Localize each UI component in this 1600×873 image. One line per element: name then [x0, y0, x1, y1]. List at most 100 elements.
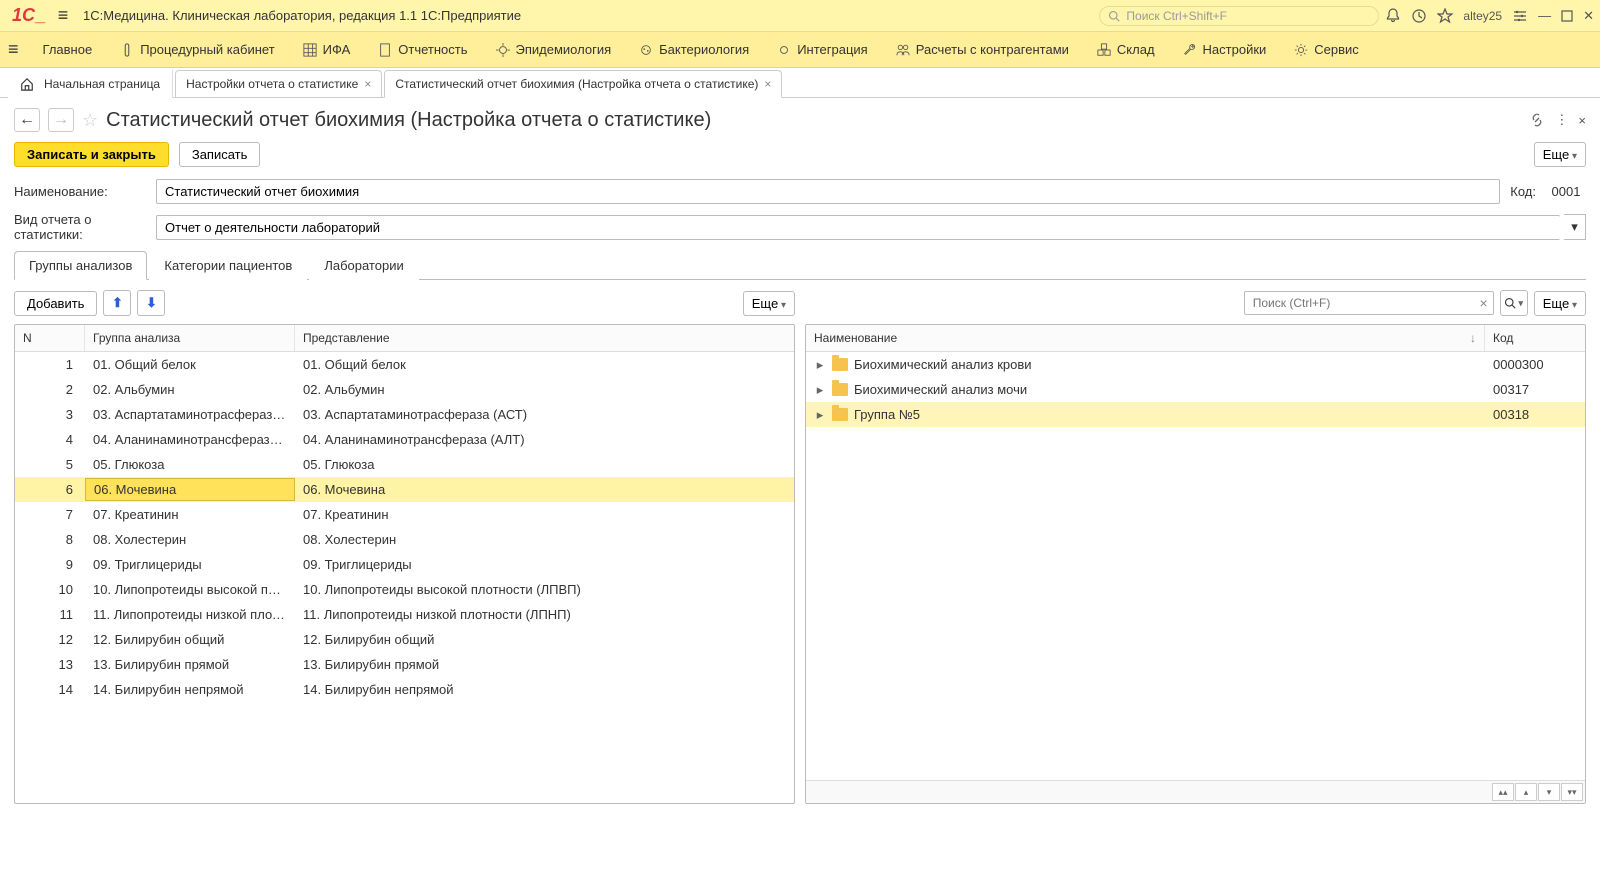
menu-integration[interactable]: Интеграция [763, 42, 882, 57]
back-button[interactable]: ← [14, 108, 40, 132]
cell-name: ▸Биохимический анализ крови [806, 354, 1485, 376]
table-row[interactable]: 1313. Билирубин прямой13. Билирубин прям… [15, 652, 794, 677]
close-icon[interactable]: ✕ [1583, 8, 1594, 24]
nav-first-button[interactable]: ▴▴ [1492, 783, 1514, 801]
add-button[interactable]: Добавить [14, 291, 97, 316]
titlebar: 1C_ ≡ 1С:Медицина. Клиническая лаборатор… [0, 0, 1600, 32]
menu-service[interactable]: Сервис [1280, 42, 1373, 57]
cell-group: 07. Креатинин [85, 504, 295, 525]
nav-up-button[interactable]: ▴ [1515, 783, 1537, 801]
dropdown-button[interactable]: ▾ [1564, 214, 1586, 240]
cell-group: 05. Глюкоза [85, 454, 295, 475]
menu-epidemiology[interactable]: Эпидемиология [482, 42, 626, 57]
col-rep[interactable]: Представление [295, 325, 794, 351]
table-row[interactable]: 808. Холестерин08. Холестерин [15, 527, 794, 552]
tab-home[interactable]: Начальная страница [8, 70, 173, 98]
cell-rep: 12. Билирубин общий [295, 629, 794, 650]
titlebar-icons: altey25 — ✕ [1385, 8, 1594, 24]
search-clear-icon[interactable]: × [1480, 295, 1488, 311]
inner-tab-categories[interactable]: Категории пациентов [149, 251, 307, 280]
type-label: Вид отчета о статистики: [14, 212, 152, 242]
search-dropdown-button[interactable]: ▾ [1500, 290, 1528, 316]
expand-icon[interactable]: ▸ [814, 357, 826, 373]
menu-bacteriology[interactable]: Бактериология [625, 42, 763, 57]
menu-settings[interactable]: Настройки [1169, 42, 1281, 57]
nav-down-button[interactable]: ▾ [1538, 783, 1560, 801]
move-up-button[interactable]: ⬆ [103, 290, 131, 316]
menu-procedure[interactable]: Процедурный кабинет [106, 42, 288, 57]
inner-tab-labs[interactable]: Лаборатории [309, 251, 418, 280]
favorite-icon[interactable]: ☆ [82, 110, 98, 131]
table-row[interactable]: 606. Мочевина06. Мочевина [15, 477, 794, 502]
tab-close-icon[interactable]: × [764, 77, 771, 91]
nav-last-button[interactable]: ▾▾ [1561, 783, 1583, 801]
star-icon[interactable] [1437, 8, 1453, 24]
inner-tab-groups[interactable]: Группы анализов [14, 251, 147, 280]
titlebar-search[interactable]: Поиск Ctrl+Shift+F [1099, 6, 1379, 26]
hamburger-icon[interactable]: ≡ [51, 5, 75, 26]
maximize-icon[interactable] [1561, 10, 1573, 22]
table-row[interactable]: 909. Триглицериды09. Триглицериды [15, 552, 794, 577]
cell-group: 01. Общий белок [85, 354, 295, 375]
settings-lines-icon[interactable] [1512, 8, 1528, 24]
cell-n: 13 [15, 654, 85, 675]
menu-ifa[interactable]: ИФА [289, 42, 365, 57]
cell-group: 14. Билирубин непрямой [85, 679, 295, 700]
bell-icon[interactable] [1385, 8, 1401, 24]
table-row[interactable]: 1111. Липопротеиды низкой плотно...11. Л… [15, 602, 794, 627]
table-row[interactable]: 101. Общий белок01. Общий белок [15, 352, 794, 377]
content: ← → ☆ Статистический отчет биохимия (Нас… [0, 98, 1600, 814]
link-icon [777, 43, 791, 57]
save-close-button[interactable]: Записать и закрыть [14, 142, 169, 167]
table-row[interactable]: 1212. Билирубин общий12. Билирубин общий [15, 627, 794, 652]
table-row[interactable]: 1414. Билирубин непрямой14. Билирубин не… [15, 677, 794, 702]
table-row[interactable]: ▸Биохимический анализ мочи00317 [806, 377, 1585, 402]
folder-icon [832, 358, 848, 371]
col-group[interactable]: Группа анализа [85, 325, 295, 351]
type-input[interactable] [156, 215, 1560, 240]
history-icon[interactable] [1411, 8, 1427, 24]
menu-warehouse[interactable]: Склад [1083, 42, 1169, 57]
minimize-icon[interactable]: — [1538, 8, 1551, 23]
tab-settings-report[interactable]: Настройки отчета о статистике × [175, 70, 382, 98]
col-code-header[interactable]: Код [1485, 325, 1585, 351]
expand-icon[interactable]: ▸ [814, 382, 826, 398]
right-more-button[interactable]: Еще [1534, 291, 1586, 316]
forward-button[interactable]: → [48, 108, 74, 132]
col-name-header[interactable]: Наименование↓ [806, 325, 1485, 351]
user-label[interactable]: altey25 [1463, 9, 1502, 23]
menu-reports[interactable]: Отчетность [364, 42, 481, 57]
expand-icon[interactable]: ▸ [814, 407, 826, 423]
table-row[interactable]: 505. Глюкоза05. Глюкоза [15, 452, 794, 477]
form-row-name: Наименование: Код: 0001 [14, 179, 1586, 204]
more-button[interactable]: Еще [1534, 142, 1586, 167]
cell-n: 12 [15, 629, 85, 650]
table-row[interactable]: 1010. Липопротеиды высокой плот...10. Ли… [15, 577, 794, 602]
table-row[interactable]: ▸Группа №500318 [806, 402, 1585, 427]
menu-main[interactable]: Главное [29, 42, 107, 57]
tab-current-report[interactable]: Статистический отчет биохимия (Настройка… [384, 70, 782, 98]
table-row[interactable]: 707. Креатинин07. Креатинин [15, 502, 794, 527]
col-n[interactable]: N [15, 325, 85, 351]
table-row[interactable]: 202. Альбумин02. Альбумин [15, 377, 794, 402]
table-row[interactable]: 303. Аспартатаминотрасфераза (...03. Асп… [15, 402, 794, 427]
link-icon[interactable] [1529, 112, 1545, 128]
left-more-button[interactable]: Еще [743, 291, 795, 316]
table-row[interactable]: 404. Аланинаминотрансфераза (...04. Алан… [15, 427, 794, 452]
menu-hamburger-icon[interactable]: ≡ [8, 39, 29, 60]
cell-group: 12. Билирубин общий [85, 629, 295, 650]
cell-rep: 13. Билирубин прямой [295, 654, 794, 675]
menu-payments[interactable]: Расчеты с контрагентами [882, 42, 1083, 57]
right-search-input[interactable] [1244, 291, 1494, 315]
cell-n: 6 [15, 479, 85, 500]
cell-rep: 02. Альбумин [295, 379, 794, 400]
cell-group: 09. Триглицериды [85, 554, 295, 575]
name-input[interactable] [156, 179, 1500, 204]
cell-group: 08. Холестерин [85, 529, 295, 550]
table-row[interactable]: ▸Биохимический анализ крови0000300 [806, 352, 1585, 377]
move-down-button[interactable]: ⬇ [137, 290, 165, 316]
tab-close-icon[interactable]: × [364, 77, 371, 91]
save-button[interactable]: Записать [179, 142, 261, 167]
kebab-icon[interactable]: ⋮ [1555, 112, 1568, 128]
panel-close-icon[interactable]: × [1578, 113, 1586, 128]
